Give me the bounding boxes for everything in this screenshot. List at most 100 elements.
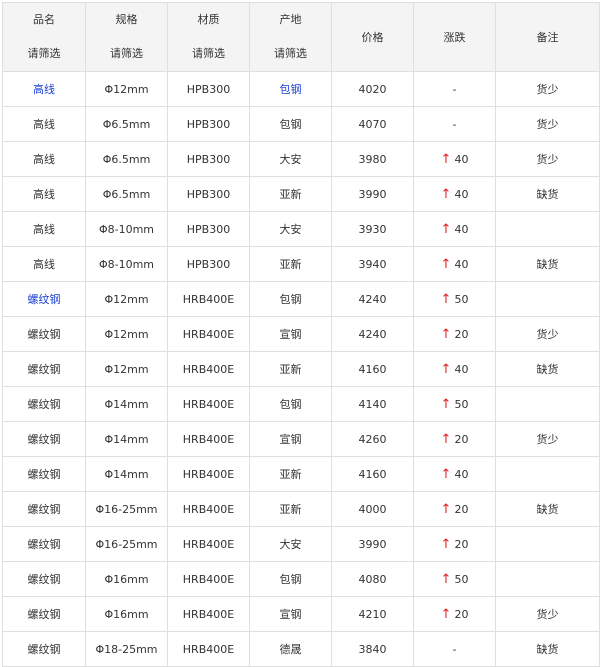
cell-price: 4210	[331, 596, 414, 632]
cell-change: ↑ 40	[413, 246, 496, 282]
origin-name: 亚新	[279, 188, 302, 201]
cell-material: HRB400E	[167, 316, 250, 352]
cell-price: 4160	[331, 456, 414, 492]
origin-name[interactable]: 包钢	[280, 83, 302, 96]
cell-note: 缺货	[495, 491, 600, 527]
cell-change: ↑ 20	[413, 316, 496, 352]
spec-filter[interactable]: 请筛选	[87, 37, 167, 71]
cell-name: 高线	[2, 211, 86, 247]
cell-change: ↑ 40	[413, 456, 496, 492]
table-row: 螺纹钢 Φ14mm HRB400E 宣钢 4260 ↑ 20 货少	[2, 421, 600, 457]
cell-origin: 包钢	[249, 386, 332, 422]
cell-origin: 大安	[249, 211, 332, 247]
material-filter[interactable]: 请筛选	[169, 37, 249, 71]
up-arrow-icon: ↑	[440, 536, 452, 552]
product-name[interactable]: 高线	[33, 83, 55, 96]
cell-origin: 大安	[249, 526, 332, 562]
table-row: 高线 Φ6.5mm HPB300 亚新 3990 ↑ 40 缺货	[2, 176, 600, 212]
origin-name: 大安	[279, 223, 302, 236]
cell-name: 螺纹钢	[2, 421, 86, 457]
change-value: -	[452, 82, 457, 96]
origin-name: 亚新	[279, 363, 302, 376]
cell-name: 高线	[2, 71, 86, 107]
origin-name: 亚新	[279, 503, 302, 516]
cell-note: 货少	[495, 596, 600, 632]
origin-name: 大安	[279, 153, 302, 166]
change-value: -	[452, 117, 457, 131]
cell-material: HPB300	[167, 176, 250, 212]
cell-spec: Φ8-10mm	[85, 246, 168, 282]
origin-name: 宣钢	[279, 608, 302, 621]
cell-spec: Φ16-25mm	[85, 526, 168, 562]
cell-name: 高线	[2, 106, 86, 142]
cell-change: -	[413, 631, 496, 667]
change-value: 40	[454, 362, 469, 376]
table-row: 高线 Φ8-10mm HPB300 大安 3930 ↑ 40	[2, 211, 600, 247]
cell-origin: 亚新	[249, 176, 332, 212]
cell-material: HPB300	[167, 141, 250, 177]
cell-price: 3990	[331, 526, 414, 562]
table-row: 螺纹钢 Φ16mm HRB400E 宣钢 4210 ↑ 20 货少	[2, 596, 600, 632]
cell-price: 4160	[331, 351, 414, 387]
change-value: 20	[454, 607, 469, 621]
up-arrow-icon: ↑	[440, 256, 452, 272]
product-name: 高线	[33, 258, 55, 271]
up-arrow-icon: ↑	[440, 466, 452, 482]
table-row: 高线 Φ6.5mm HPB300 大安 3980 ↑ 40 货少	[2, 141, 600, 177]
cell-price: 4000	[331, 491, 414, 527]
cell-spec: Φ16-25mm	[85, 491, 168, 527]
cell-price: 4260	[331, 421, 414, 457]
table-row: 螺纹钢 Φ18-25mm HRB400E 德晟 3840 - 缺货	[2, 631, 600, 667]
cell-origin: 包钢	[249, 71, 332, 107]
cell-origin: 大安	[249, 141, 332, 177]
cell-origin: 亚新	[249, 456, 332, 492]
cell-spec: Φ14mm	[85, 421, 168, 457]
product-name: 螺纹钢	[27, 643, 61, 656]
up-arrow-icon: ↑	[440, 291, 452, 307]
header-name: 品名 请筛选	[2, 2, 86, 72]
cell-price: 3840	[331, 631, 414, 667]
up-arrow-icon: ↑	[440, 571, 452, 587]
cell-note	[495, 211, 600, 247]
product-name: 螺纹钢	[27, 573, 61, 586]
change-value: -	[452, 642, 457, 656]
cell-name: 螺纹钢	[2, 456, 86, 492]
change-value: 40	[454, 187, 469, 201]
header-origin-label: 产地	[279, 13, 302, 26]
cell-origin: 包钢	[249, 561, 332, 597]
up-arrow-icon: ↑	[440, 606, 452, 622]
origin-name: 亚新	[279, 258, 302, 271]
cell-price: 3940	[331, 246, 414, 282]
cell-origin: 包钢	[249, 106, 332, 142]
header-material-label: 材质	[197, 13, 220, 26]
cell-change: ↑ 40	[413, 176, 496, 212]
cell-price: 4140	[331, 386, 414, 422]
product-name: 螺纹钢	[27, 538, 61, 551]
origin-name: 德晟	[279, 643, 302, 656]
cell-name: 高线	[2, 141, 86, 177]
cell-material: HRB400E	[167, 421, 250, 457]
table-row: 螺纹钢 Φ12mm HRB400E 包钢 4240 ↑ 50	[2, 281, 600, 317]
origin-filter[interactable]: 请筛选	[251, 37, 331, 71]
cell-origin: 亚新	[249, 491, 332, 527]
cell-change: ↑ 50	[413, 281, 496, 317]
product-name[interactable]: 螺纹钢	[28, 293, 61, 306]
cell-note: 缺货	[495, 631, 600, 667]
cell-note: 缺货	[495, 176, 600, 212]
cell-origin: 宣钢	[249, 316, 332, 352]
cell-material: HRB400E	[167, 456, 250, 492]
cell-change: -	[413, 106, 496, 142]
cell-material: HRB400E	[167, 491, 250, 527]
cell-note: 货少	[495, 106, 600, 142]
cell-name: 螺纹钢	[2, 526, 86, 562]
cell-spec: Φ16mm	[85, 596, 168, 632]
cell-name: 螺纹钢	[2, 596, 86, 632]
cell-note: 缺货	[495, 351, 600, 387]
product-name: 高线	[33, 223, 55, 236]
cell-name: 螺纹钢	[2, 631, 86, 667]
name-filter[interactable]: 请筛选	[4, 37, 85, 71]
cell-material: HRB400E	[167, 386, 250, 422]
cell-spec: Φ16mm	[85, 561, 168, 597]
change-value: 50	[454, 572, 469, 586]
table-header-row: 品名 请筛选 规格 请筛选 材质 请筛选 产地 请筛选 价格 涨跌 备注	[2, 2, 600, 72]
